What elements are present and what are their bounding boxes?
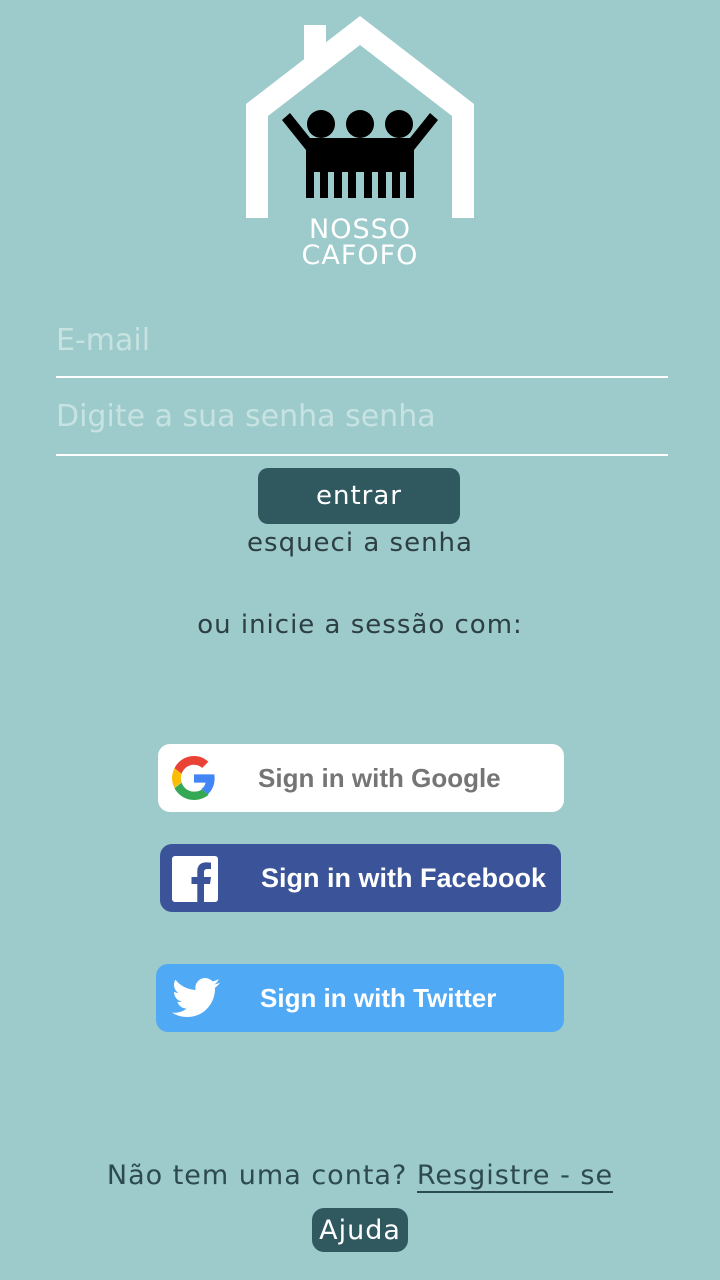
password-input[interactable]: [56, 378, 668, 456]
help-button[interactable]: Ajuda: [312, 1208, 408, 1252]
google-g-icon: [172, 756, 216, 800]
signup-prompt-text: Não tem uma conta?: [106, 1160, 408, 1191]
facebook-signin-label: Sign in with Facebook: [261, 862, 547, 893]
twitter-signin-label: Sign in with Twitter: [260, 982, 497, 1013]
register-link[interactable]: Resgistre - se: [416, 1160, 614, 1193]
facebook-signin-button[interactable]: Sign in with Facebook: [160, 844, 561, 912]
signup-prompt: Não tem uma conta? Resgistre - se: [0, 1160, 720, 1193]
twitter-bird-icon: [172, 976, 220, 1020]
google-signin-label: Sign in with Google: [258, 762, 501, 793]
google-signin-button[interactable]: Sign in with Google: [158, 744, 564, 812]
logo-text-line2: CAFOFO: [301, 240, 419, 271]
twitter-signin-button[interactable]: Sign in with Twitter: [156, 964, 564, 1032]
house-family-logo-icon: [246, 16, 474, 218]
social-login-intro: ou inicie a sessão com:: [197, 610, 523, 640]
facebook-f-icon: [172, 856, 218, 902]
forgot-password-link[interactable]: esqueci a senha: [0, 528, 720, 558]
app-logo: NOSSO CAFOFO: [240, 12, 480, 272]
login-button[interactable]: entrar: [258, 468, 460, 524]
email-input[interactable]: [56, 304, 668, 378]
